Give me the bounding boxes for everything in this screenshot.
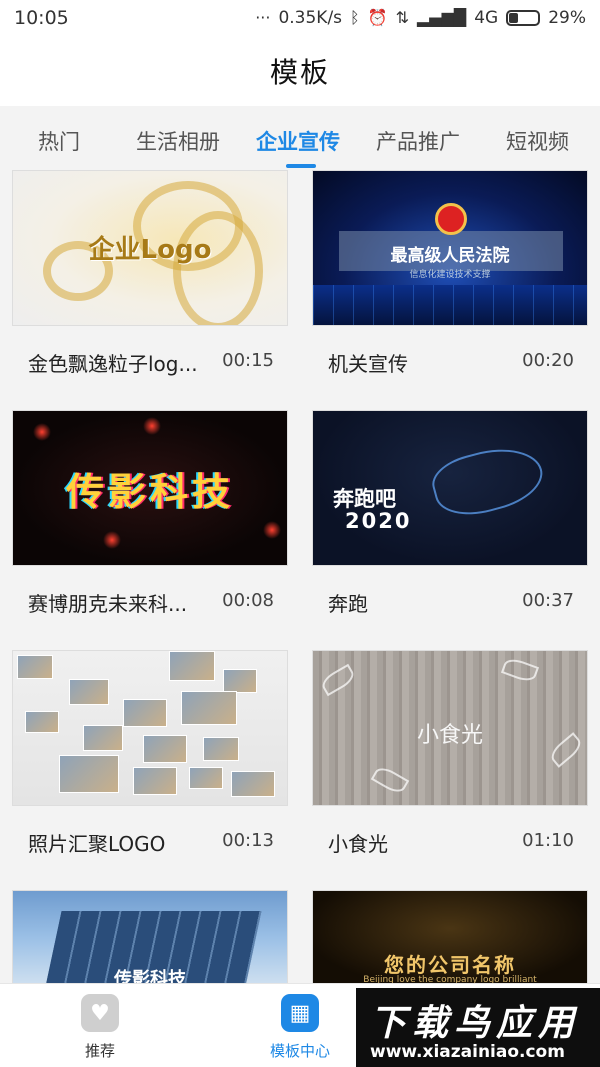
- tab-life-album[interactable]: 生活相册: [136, 126, 220, 156]
- battery-percent: 29%: [548, 8, 586, 28]
- title-bar: 模板: [0, 36, 600, 106]
- template-title: 奔跑: [328, 592, 368, 616]
- tab-short-video[interactable]: 短视频: [506, 126, 569, 156]
- data-arrows-icon: ⇅: [395, 8, 409, 27]
- template-card[interactable]: 传影科技 赛博朋克未来科... 00:08: [12, 410, 288, 638]
- template-card[interactable]: 企业Logo 金色飘逸粒子log... 00:15: [12, 170, 288, 398]
- template-duration: 01:10: [522, 830, 574, 851]
- nav-template-center[interactable]: ▦ 模板中心: [240, 994, 360, 1061]
- thumbnail-caption: 小食光: [416, 723, 483, 748]
- nav-label: 推荐: [84, 1042, 115, 1060]
- template-duration: 00:37: [522, 590, 574, 611]
- template-thumbnail[interactable]: 小食光: [312, 650, 588, 806]
- status-bar: 10:05 ··· 0.35K/s ᛒ ⏰ ⇅ ▂▄▆█ 4G 29%: [0, 0, 600, 36]
- template-thumbnail[interactable]: 企业Logo: [12, 170, 288, 326]
- template-thumbnail[interactable]: [12, 650, 288, 806]
- network-type: 4G: [474, 8, 499, 28]
- bluetooth-icon: ᛒ: [350, 8, 360, 27]
- template-card[interactable]: 传影科技: [12, 890, 288, 986]
- template-thumbnail[interactable]: 您的公司名称 Beijing love the company logo bri…: [312, 890, 588, 986]
- template-card[interactable]: 小食光 小食光 01:10: [312, 650, 588, 878]
- status-indicators: ··· 0.35K/s ᛒ ⏰ ⇅ ▂▄▆█ 4G 29%: [255, 8, 586, 28]
- network-speed: 0.35K/s: [278, 8, 343, 28]
- active-tab-indicator: [286, 164, 316, 168]
- template-title: 金色飘逸粒子log...: [28, 352, 198, 376]
- thumbnail-caption: 最高级人民法院: [390, 246, 510, 266]
- template-duration: 00:20: [522, 350, 574, 371]
- template-icon: ▦: [281, 994, 319, 1032]
- dots-icon: ···: [255, 8, 271, 27]
- template-title: 赛博朋克未来科...: [28, 592, 188, 616]
- status-time: 10:05: [14, 7, 69, 29]
- category-tabs: 热门 生活相册 企业宣传 产品推广 短视频: [0, 112, 600, 168]
- template-card[interactable]: 最高级人民法院 信息化建设技术支撑 机关宣传 00:20: [312, 170, 588, 398]
- thumbnail-caption: 传影科技: [65, 470, 234, 514]
- template-thumbnail[interactable]: 传影科技: [12, 410, 288, 566]
- template-card[interactable]: 您的公司名称 Beijing love the company logo bri…: [312, 890, 588, 986]
- thumbnail-subcaption: 信息化建设技术支撑: [409, 270, 491, 280]
- signal-icon: ▂▄▆█: [416, 8, 467, 27]
- watermark-text: 下载鸟应用: [370, 1003, 581, 1044]
- template-duration: 00:13: [222, 830, 274, 851]
- alarm-icon: ⏰: [367, 8, 388, 27]
- page-title: 模板: [269, 56, 330, 89]
- thumbnail-caption-year: 2020: [345, 509, 412, 533]
- template-thumbnail[interactable]: 奔跑吧 2020: [312, 410, 588, 566]
- runner-graphic: [427, 437, 549, 525]
- watermark-logo: 下载鸟应用 www.xiazainiao.com: [356, 988, 600, 1067]
- tab-corporate[interactable]: 企业宣传: [256, 126, 340, 156]
- template-title: 小食光: [328, 832, 388, 856]
- thumbnail-caption: 您的公司名称: [384, 953, 516, 977]
- template-card[interactable]: 照片汇聚LOGO 00:13: [12, 650, 288, 878]
- heart-icon: ♥: [81, 994, 119, 1032]
- template-title: 照片汇聚LOGO: [28, 832, 166, 856]
- watermark-url: www.xiazainiao.com: [370, 1042, 565, 1062]
- nav-label: 模板中心: [269, 1042, 330, 1060]
- thumbnail-caption: 企业Logo: [88, 235, 212, 265]
- battery-icon: [506, 10, 541, 26]
- tab-hot[interactable]: 热门: [38, 126, 80, 156]
- template-duration: 00:08: [222, 590, 274, 611]
- nav-recommend[interactable]: ♥ 推荐: [40, 994, 160, 1061]
- template-thumbnail[interactable]: 最高级人民法院 信息化建设技术支撑: [312, 170, 588, 326]
- template-thumbnail[interactable]: 传影科技: [12, 890, 288, 986]
- tab-product-promo[interactable]: 产品推广: [376, 126, 460, 156]
- template-card[interactable]: 奔跑吧 2020 奔跑 00:37: [312, 410, 588, 638]
- emblem-icon: [435, 203, 467, 235]
- template-title: 机关宣传: [328, 352, 408, 376]
- template-duration: 00:15: [222, 350, 274, 371]
